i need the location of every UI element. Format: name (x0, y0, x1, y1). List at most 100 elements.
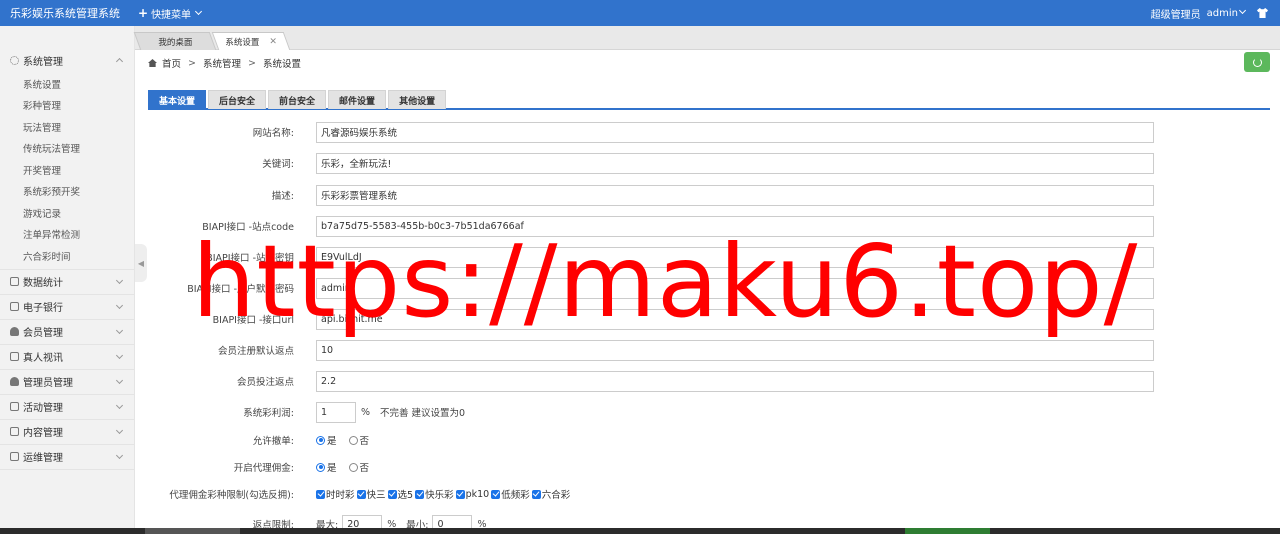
checkbox-lhc[interactable]: 六合彩 (531, 487, 570, 501)
chart-icon (10, 277, 19, 286)
agent-commission-no[interactable]: 否 (348, 460, 369, 474)
profit-unit: % (361, 406, 371, 418)
chevron-down-icon (115, 376, 124, 384)
sidebar-collapse-handle[interactable]: ◀ (135, 244, 147, 282)
form-row-lottery-limit: 代理佣金彩种限制(勾选反拥): 时时彩 快三 选5 快乐彩 pk10 低频彩 六… (148, 483, 1178, 505)
admin-icon (10, 377, 19, 386)
form-row-site-name: 网站名称: 凡睿源码娱乐系统 (148, 121, 1178, 143)
user-menu[interactable]: admin (1207, 6, 1247, 19)
tab-desktop[interactable]: 我的桌面 (133, 32, 217, 50)
tab-bar: 我的桌面 系统设置 ✕ (133, 26, 1280, 50)
bank-icon (10, 302, 19, 311)
form-row-bet-rebate: 会员投注返点 2.2 (148, 370, 1178, 392)
chevron-down-icon (1238, 6, 1247, 14)
video-icon (10, 352, 19, 361)
radio-unchecked[interactable] (348, 462, 358, 472)
checkbox-checked-icon[interactable] (387, 489, 397, 499)
form-row-keywords: 关键词: 乐彩，全新玩法! (148, 152, 1178, 174)
sidebar: 系统管理 系统设置 彩种管理 玩法管理 传统玩法管理 开奖管理 系统彩预开奖 游… (0, 26, 135, 534)
tab-basic-settings[interactable]: 基本设置 (148, 90, 207, 109)
tab-mail-settings[interactable]: 邮件设置 (328, 90, 387, 109)
form-row-description: 描述: 乐彩彩票管理系统 (148, 184, 1178, 206)
profit-hint: 不完善 建议设置为0 (380, 408, 466, 419)
skin-icon[interactable] (1257, 8, 1268, 18)
checkbox-checked-icon[interactable] (415, 489, 425, 499)
content-icon (10, 427, 19, 436)
checkbox-k3[interactable]: 快三 (356, 487, 386, 501)
checkbox-checked-icon[interactable] (455, 489, 465, 499)
chevron-up-icon (115, 57, 124, 66)
sidebar-item-pre-draw[interactable]: 系统彩预开奖 (0, 181, 134, 203)
chevron-down-icon (115, 276, 124, 284)
sidebar-group-ops[interactable]: 运维管理 (0, 445, 134, 470)
checkbox-checked-icon[interactable] (491, 489, 501, 499)
bet-rebate-input[interactable]: 2.2 (316, 370, 1154, 392)
breadcrumb-system[interactable]: 系统管理 (203, 56, 241, 70)
checkbox-checked-icon[interactable] (356, 489, 366, 499)
allow-cancel-yes[interactable]: 是 (316, 433, 337, 447)
sidebar-sublist: 系统设置 彩种管理 玩法管理 传统玩法管理 开奖管理 系统彩预开奖 游戏记录 注… (0, 73, 134, 270)
sidebar-group-system[interactable]: 系统管理 (0, 48, 134, 73)
chevron-down-icon (115, 301, 124, 309)
checkbox-x5[interactable]: 选5 (387, 487, 413, 501)
profit-input[interactable]: 1 (316, 401, 356, 423)
agent-commission-yes[interactable]: 是 (316, 460, 337, 474)
sidebar-item-system-settings[interactable]: 系统设置 (0, 73, 134, 95)
refresh-button[interactable] (1244, 52, 1270, 72)
settings-tabs: 基本设置 后台安全 前台安全 邮件设置 其他设置 (148, 90, 1270, 110)
sidebar-item-game-records[interactable]: 游戏记录 (0, 202, 134, 224)
tab-other-settings[interactable]: 其他设置 (388, 90, 447, 109)
chevron-down-icon (115, 326, 124, 334)
keywords-input[interactable]: 乐彩，全新玩法! (316, 152, 1154, 174)
sidebar-group-stats[interactable]: 数据统计 (0, 270, 134, 295)
brand-title: 乐彩娱乐系统管理系统 (10, 7, 120, 20)
chevron-left-icon: ◀ (137, 258, 145, 268)
plus-icon: + (138, 6, 149, 20)
site-name-input[interactable]: 凡睿源码娱乐系统 (316, 121, 1154, 143)
radio-unchecked[interactable] (348, 435, 358, 445)
checkbox-dpc[interactable]: 低频彩 (491, 487, 530, 501)
allow-cancel-no[interactable]: 否 (348, 433, 369, 447)
form-row-allow-cancel: 允许撤单: 是 否 (148, 429, 1178, 451)
sidebar-group-ebank[interactable]: 电子银行 (0, 295, 134, 320)
quick-menu-label: 快捷菜单 (151, 9, 192, 21)
sidebar-item-draw-management[interactable]: 开奖管理 (0, 159, 134, 181)
sidebar-group-admins[interactable]: 管理员管理 (0, 370, 134, 395)
activity-icon (10, 402, 19, 411)
breadcrumb-settings: 系统设置 (262, 59, 301, 70)
register-rebate-input[interactable]: 10 (316, 339, 1154, 361)
checkbox-checked-icon[interactable] (316, 489, 325, 499)
form-row-profit: 系统彩利润: 1 % 不完善 建议设置为0 (148, 401, 1178, 423)
close-icon[interactable]: ✕ (269, 37, 277, 47)
radio-checked[interactable] (316, 462, 325, 472)
checkbox-klc[interactable]: 快乐彩 (415, 487, 454, 501)
form-row-agent-commission: 开启代理佣金: 是 否 (148, 456, 1178, 478)
checkbox-pk10[interactable]: pk10 (455, 489, 489, 500)
description-label: 描述: (271, 191, 294, 202)
tab-frontend-security[interactable]: 前台安全 (268, 90, 327, 109)
sidebar-item-classic-play[interactable]: 传统玩法管理 (0, 138, 134, 160)
sidebar-group-live-video[interactable]: 真人视讯 (0, 345, 134, 370)
sidebar-group-content[interactable]: 内容管理 (0, 420, 134, 445)
checkbox-checked-icon[interactable] (531, 489, 541, 499)
radio-checked[interactable] (316, 435, 325, 445)
sidebar-group-members[interactable]: 会员管理 (0, 320, 134, 345)
taskbar-strip (0, 528, 1280, 534)
sidebar-item-mark-six-time[interactable]: 六合彩时间 (0, 245, 134, 267)
chevron-down-icon (115, 451, 124, 459)
quick-menu[interactable]: + 快捷菜单 (138, 6, 203, 21)
sidebar-group-activities[interactable]: 活动管理 (0, 395, 134, 420)
sidebar-item-bet-anomaly[interactable]: 注单异常检测 (0, 224, 134, 246)
sidebar-item-lottery-types[interactable]: 彩种管理 (0, 95, 134, 117)
description-input[interactable]: 乐彩彩票管理系统 (316, 184, 1154, 206)
checkbox-ssc[interactable]: 时时彩 (316, 487, 355, 501)
chevron-down-icon (115, 401, 124, 409)
tab-backend-security[interactable]: 后台安全 (208, 90, 267, 109)
gear-icon (10, 56, 19, 65)
lottery-limit-label: 代理佣金彩种限制(勾选反拥): (169, 490, 294, 501)
agent-commission-label: 开启代理佣金: (233, 463, 294, 474)
breadcrumb-home[interactable]: 首页 (162, 56, 181, 70)
sidebar-item-play-rules[interactable]: 玩法管理 (0, 116, 134, 138)
chevron-down-icon (195, 7, 203, 16)
tab-system-settings[interactable]: 系统设置 ✕ (211, 32, 291, 50)
